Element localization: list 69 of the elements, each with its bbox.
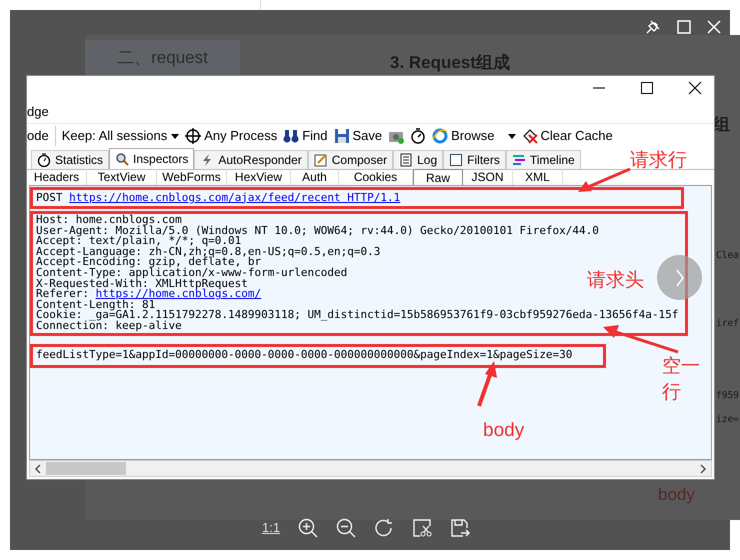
header-line: Accept: text/plain, */*; q=0.01	[36, 236, 242, 247]
zoom-in-icon[interactable]	[298, 518, 318, 538]
zoom-out-icon[interactable]	[336, 518, 356, 538]
toolbar-button[interactable]: Clear Cache	[522, 126, 613, 146]
annotation-label: body	[483, 419, 524, 443]
scroll-left-icon[interactable]	[33, 464, 43, 474]
toolbar-label: ode	[27, 126, 56, 146]
page-text-fragment: Clea	[716, 250, 739, 262]
page-text-fragment: ize=	[716, 414, 739, 426]
header-line: Content-Length: 81	[36, 300, 156, 310]
header-line: Connection: keep-alive	[36, 320, 182, 332]
menu-item[interactable]: dge	[27, 102, 49, 122]
tab[interactable]: Log	[393, 150, 444, 169]
scroll-right-icon[interactable]	[698, 464, 708, 474]
page-title: 3. Request组成	[390, 52, 510, 74]
timeline-icon	[512, 153, 526, 167]
header-line: Host: home.cnblogs.com	[36, 215, 182, 226]
maximize-icon[interactable]	[640, 81, 654, 95]
tab[interactable]: Timeline	[506, 150, 581, 169]
caret-icon	[508, 134, 516, 138]
toolbar-button[interactable]: Find	[283, 126, 328, 146]
magnifier-icon	[115, 152, 130, 166]
stopwatch-icon	[37, 153, 51, 167]
referer-link[interactable]: https://home.cnblogs.com/	[96, 287, 262, 300]
section-heading: 二、request	[85, 40, 240, 76]
actual-size-button[interactable]: 1:1	[262, 518, 280, 538]
toolbar-button[interactable]: Browse	[432, 126, 516, 146]
header-line: Content-Type: application/x-www-form-urlencoded	[36, 268, 348, 279]
header-line: Cookie: _ga=GA1.2.1151792278.1489903118; UM_distinctid=15b586953761f9-03cbf959276eda-13656f4a-15f	[36, 310, 678, 321]
scrollbar-thumb[interactable]	[46, 462, 126, 475]
eraser-icon	[522, 128, 538, 144]
horizontal-scrollbar[interactable]	[29, 460, 712, 477]
header-line: Accept-Language: zh-CN,zh;q=0.8,en-US;q=0.5,en;q=0.3	[36, 246, 380, 258]
header-line: User-Agent: Mozilla/5.0 (Windows NT 10.0; WOW64; rv:44.0) Gecko/20100101 Firefox/44.0	[36, 226, 599, 236]
tab[interactable]: Inspectors	[109, 148, 194, 169]
annotation-label: 空一行	[662, 355, 701, 405]
annotation-label: 请求行	[630, 149, 687, 173]
pencil-icon	[314, 153, 328, 167]
checkbox-icon	[449, 153, 464, 167]
crop-icon[interactable]	[412, 518, 432, 538]
chevron-right-icon	[674, 268, 684, 286]
subtab[interactable]: Raw	[413, 169, 463, 185]
annotation-label: 请求头	[587, 269, 644, 293]
page-text-fragment: f959	[716, 390, 739, 402]
save-icon	[334, 128, 350, 144]
header-line: Referer: https://home.cnblogs.com/	[36, 289, 262, 300]
header-line: Accept-Encoding: gzip, deflate, br	[36, 257, 262, 268]
document-icon	[399, 153, 414, 167]
tab[interactable]: AutoResponder	[194, 150, 308, 169]
url-link[interactable]: https://home.cnblogs.com/ajax/feed/recent HTTP/1.1	[69, 190, 400, 204]
request-line: POST https://home.cnblogs.com/ajax/feed/recent HTTP/1.1	[36, 192, 400, 204]
close-icon[interactable]	[688, 81, 702, 95]
stopwatch-icon[interactable]	[410, 128, 426, 144]
tab[interactable]: Filters	[443, 150, 506, 169]
browser-icon	[432, 128, 448, 144]
page-text-fragment: iref	[716, 318, 739, 330]
tab[interactable]: Composer	[308, 150, 394, 169]
crosshair-icon	[185, 128, 202, 144]
body-line: feedListType=1&appId=00000000-0000-0000-0000-000000000000&pageIndex=1&pageSize=30	[36, 350, 572, 361]
header-line: X-Requested-With: XMLHttpRequest	[36, 278, 248, 290]
save-as-icon[interactable]	[450, 518, 470, 538]
pin-icon[interactable]	[646, 20, 660, 34]
tab[interactable]: Statistics	[31, 150, 110, 169]
keep-sessions-dropdown[interactable]: Keep: All sessions	[62, 126, 180, 146]
toolbar-button[interactable]: Any Process	[185, 126, 278, 146]
toolbar-button[interactable]: Save	[334, 126, 382, 146]
rotate-icon[interactable]	[374, 518, 394, 538]
caret-icon	[171, 134, 180, 138]
binoculars-icon	[283, 128, 300, 144]
